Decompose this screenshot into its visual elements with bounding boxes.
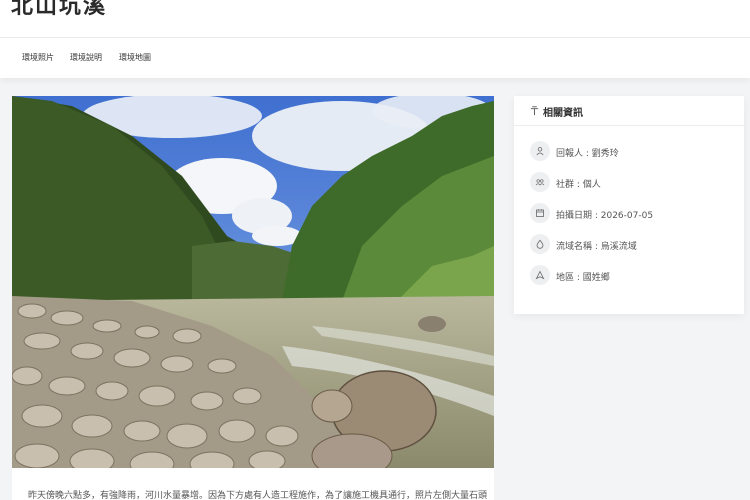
tab-environment-description[interactable]: 環境說明 — [70, 52, 102, 63]
info-photo-date: 拍攝日期 : 2026-07-05 — [556, 211, 654, 221]
info-reporter: 回報人 : 劉秀玲 — [556, 149, 619, 159]
tab-environment-photos[interactable]: 環境照片 — [22, 52, 54, 63]
photo-card: 昨天傍晚六點多，有強降雨，河川水量暴增。因為下方處有人造工程施作，為了讓施工機具… — [12, 96, 494, 500]
river-photo[interactable] — [12, 96, 494, 468]
person-icon — [530, 141, 550, 161]
info-area: 地區 : 國姓鄉 — [556, 273, 610, 283]
info-header: 相關資訊 — [514, 96, 744, 126]
info-row-basin: 流域名稱 : 烏溪流域 — [530, 234, 735, 254]
photo-description: 昨天傍晚六點多，有強降雨，河川水量暴增。因為下方處有人造工程施作，為了讓施工機具… — [28, 491, 488, 500]
related-info-card: 相關資訊 回報人 : 劉秀玲 社群 : 個人 拍攝日期 : 2026-07-05… — [514, 96, 744, 314]
info-row-area: 地區 : 國姓鄉 — [530, 265, 735, 285]
info-group: 社群 : 個人 — [556, 180, 601, 190]
info-row-group: 社群 : 個人 — [530, 172, 735, 192]
group-icon — [530, 172, 550, 192]
info-row-reporter: 回報人 : 劉秀玲 — [530, 141, 735, 161]
info-header-icon — [530, 106, 539, 116]
info-basin-name: 流域名稱 : 烏溪流域 — [556, 242, 637, 252]
page-header: 北山坑溪 — [0, 0, 750, 38]
info-row-date: 拍攝日期 : 2026-07-05 — [530, 203, 735, 223]
info-title: 相關資訊 — [543, 108, 583, 119]
location-icon — [530, 265, 550, 285]
calendar-icon — [530, 203, 550, 223]
tab-environment-map[interactable]: 環境地圖 — [119, 52, 151, 63]
tab-bar: 環境照片 環境說明 環境地圖 — [0, 38, 750, 78]
page-title: 北山坑溪 — [11, 0, 108, 19]
water-drop-icon — [530, 234, 550, 254]
